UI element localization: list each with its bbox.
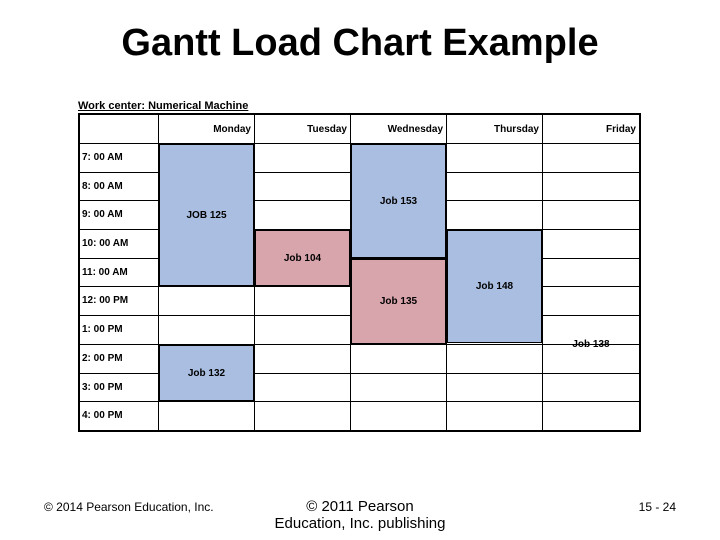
job-block-153: Job 153 (351, 144, 446, 258)
col-header-monday: Monday (158, 115, 254, 143)
job-block-148: Job 148 (447, 230, 542, 343)
row-label-1500: 3: 00 PM (80, 373, 158, 402)
gantt-grid: Monday Tuesday Wednesday Thursday Friday… (78, 113, 641, 432)
row-label-1200: 12: 00 PM (80, 286, 158, 315)
slide: Gantt Load Chart Example Work center: Nu… (0, 0, 720, 540)
row-label-1100: 11: 00 AM (80, 258, 158, 287)
slide-title: Gantt Load Chart Example (0, 22, 720, 65)
row-label-1400: 2: 00 PM (80, 344, 158, 373)
copyright-center-line1: © 2011 Pearson (306, 498, 414, 515)
col-header-tuesday: Tuesday (254, 115, 350, 143)
job-block-132: Job 132 (159, 345, 254, 401)
job-block-135: Job 135 (351, 259, 446, 344)
row-label-1000: 10: 00 AM (80, 229, 158, 258)
job-block-138: Job 138 (543, 316, 639, 373)
copyright-center-line2: Education, Inc. publishing (275, 515, 446, 532)
row-label-1600: 4: 00 PM (80, 401, 158, 430)
job-block-125: JOB 125 (159, 144, 254, 286)
row-label-1300: 1: 00 PM (80, 315, 158, 344)
row-label-0800: 8: 00 AM (80, 172, 158, 201)
copyright-center: © 2011 Pearson Education, Inc. publishin… (0, 498, 720, 532)
col-header-wednesday: Wednesday (350, 115, 446, 143)
col-header-friday: Friday (542, 115, 639, 143)
job-block-104: Job 104 (255, 230, 350, 286)
row-label-0900: 9: 00 AM (80, 200, 158, 229)
gantt-chart: Work center: Numerical Machine Monday Tu… (78, 100, 641, 432)
grid-hline (80, 401, 639, 402)
grid-vline (542, 115, 543, 430)
slide-number: 15 - 24 (639, 500, 676, 514)
chart-caption: Work center: Numerical Machine (78, 100, 641, 113)
row-label-0700: 7: 00 AM (80, 143, 158, 172)
col-header-thursday: Thursday (446, 115, 542, 143)
